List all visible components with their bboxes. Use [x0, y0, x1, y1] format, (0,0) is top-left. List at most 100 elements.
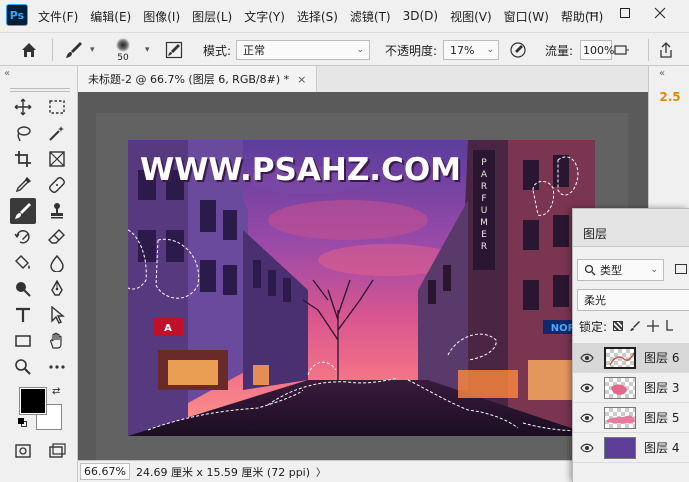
brush-tool[interactable]	[10, 198, 36, 224]
panel-grip[interactable]	[10, 88, 70, 92]
photoshop-logo: Ps	[6, 4, 28, 26]
menu-image[interactable]: 图像(I)	[143, 8, 180, 25]
svg-text:A: A	[481, 170, 488, 180]
menu-filter[interactable]: 滤镜(T)	[350, 8, 391, 25]
screen-mode-icon	[49, 443, 66, 458]
screen-mode-button[interactable]	[44, 438, 70, 464]
lock-transparency-icon[interactable]	[613, 321, 624, 331]
move-tool[interactable]	[10, 94, 36, 120]
opacity-input[interactable]: 17% ⌄	[443, 40, 499, 60]
status-menu-arrow[interactable]: 〉	[316, 464, 326, 479]
lock-move-icon[interactable]	[647, 320, 660, 332]
layer-filter-value: 类型	[600, 264, 622, 277]
brush-size-picker[interactable]: 50	[116, 33, 130, 67]
collapse-icon[interactable]: «	[659, 68, 665, 79]
menu-type[interactable]: 文字(Y)	[244, 8, 285, 25]
more-tools-button[interactable]	[44, 354, 70, 380]
flow-input[interactable]: 100%	[580, 40, 615, 60]
type-tool[interactable]	[10, 302, 36, 328]
minimize-button[interactable]	[578, 2, 608, 24]
layer-thumbnail	[604, 376, 636, 399]
brush-icon	[66, 42, 82, 58]
dock-readout[interactable]: 2.5	[655, 90, 685, 104]
tab-close-icon[interactable]: ×	[297, 73, 306, 86]
image-filter-icon[interactable]	[675, 264, 687, 274]
layer-name[interactable]: 图层 3	[644, 379, 679, 396]
menu-view[interactable]: 视图(V)	[450, 8, 492, 25]
hand-tool[interactable]	[44, 328, 70, 354]
menu-file[interactable]: 文件(F)	[38, 8, 78, 25]
path-selection-tool[interactable]	[44, 302, 70, 328]
search-icon	[584, 264, 596, 276]
paint-bucket-tool[interactable]	[10, 250, 36, 276]
share-button[interactable]	[657, 33, 675, 67]
history-brush-tool[interactable]	[10, 224, 36, 250]
layer-thumbnail	[604, 406, 636, 429]
foreground-color-swatch[interactable]	[19, 387, 47, 415]
marquee-icon	[49, 100, 65, 114]
flow-label: 流量:	[545, 43, 574, 58]
flow-value: 100%	[583, 43, 615, 57]
layer-name[interactable]: 图层 5	[644, 409, 679, 426]
quick-mask-button[interactable]	[10, 438, 36, 464]
visibility-toggle[interactable]	[576, 443, 598, 453]
layer-name[interactable]: 图层 6	[644, 349, 679, 366]
visibility-toggle[interactable]	[576, 353, 598, 363]
brush-preset-button[interactable]: ▾	[64, 33, 95, 67]
eyedropper-tool[interactable]	[10, 172, 36, 198]
dodge-icon	[16, 282, 31, 297]
layer-name[interactable]: 图层 4	[644, 439, 679, 456]
lock-artboard-icon[interactable]	[665, 320, 674, 332]
healing-brush-tool[interactable]	[44, 172, 70, 198]
chevron-down-icon: ▾	[145, 45, 150, 55]
layer-row[interactable]: 图层 4	[573, 433, 689, 463]
eraser-tool[interactable]	[44, 224, 70, 250]
menu-select[interactable]: 选择(S)	[297, 8, 338, 25]
visibility-toggle[interactable]	[576, 383, 598, 393]
swap-colors-icon[interactable]: ⇄	[52, 386, 60, 397]
menu-3d[interactable]: 3D(D)	[403, 9, 438, 23]
marquee-tool[interactable]	[44, 94, 70, 120]
airbrush-button[interactable]	[614, 33, 630, 67]
lock-label: 锁定:	[579, 319, 608, 334]
pressure-opacity-button[interactable]	[509, 33, 527, 67]
maximize-button[interactable]	[610, 2, 640, 24]
visibility-toggle[interactable]	[576, 413, 598, 423]
svg-text:R: R	[481, 182, 487, 192]
layer-row[interactable]: 图层 6	[573, 343, 689, 373]
lasso-tool[interactable]	[10, 120, 36, 146]
blur-tool[interactable]	[44, 250, 70, 276]
layer-row[interactable]: 图层 3	[573, 373, 689, 403]
dodge-tool[interactable]	[10, 276, 36, 302]
menu-window[interactable]: 窗口(W)	[504, 8, 549, 25]
eye-icon	[580, 353, 594, 362]
menu-bar: Ps 文件(F) 编辑(E) 图像(I) 图层(L) 文字(Y) 选择(S) 滤…	[0, 0, 689, 32]
magic-wand-tool[interactable]	[44, 120, 70, 146]
brush-size-dropdown[interactable]: ▾	[145, 33, 150, 67]
default-colors-icon[interactable]	[18, 418, 28, 428]
menu-layer[interactable]: 图层(L)	[192, 8, 232, 25]
layer-filter-select[interactable]: 类型 ⌄	[577, 259, 664, 281]
layer-row[interactable]	[573, 463, 689, 482]
zoom-tool[interactable]	[10, 354, 36, 380]
rectangle-tool[interactable]	[10, 328, 36, 354]
frame-tool[interactable]	[44, 146, 70, 172]
crop-icon	[15, 151, 31, 167]
layer-blend-mode-select[interactable]: 柔光	[577, 289, 689, 311]
home-button[interactable]	[20, 33, 38, 67]
pen-tool[interactable]	[44, 276, 70, 302]
menu-edit[interactable]: 编辑(E)	[90, 8, 131, 25]
layers-panel-tab[interactable]: 图层	[573, 209, 689, 247]
crop-tool[interactable]	[10, 146, 36, 172]
zoom-level-field[interactable]: 66.67%	[80, 463, 130, 480]
document-tab[interactable]: 未标题-2 @ 66.7% (图层 6, RGB/8#) * ×	[78, 66, 318, 92]
layer-row[interactable]: 图层 5	[573, 403, 689, 433]
collapse-icon[interactable]: «	[4, 68, 10, 79]
close-button[interactable]	[645, 2, 675, 24]
clone-stamp-tool[interactable]	[44, 198, 70, 224]
blur-icon	[50, 254, 64, 272]
brush-settings-button[interactable]	[165, 33, 183, 67]
blend-mode-select[interactable]: 正常 ⌄	[236, 40, 370, 60]
zoom-level-value: 66.67%	[84, 465, 126, 478]
lock-brush-icon[interactable]	[629, 320, 641, 332]
